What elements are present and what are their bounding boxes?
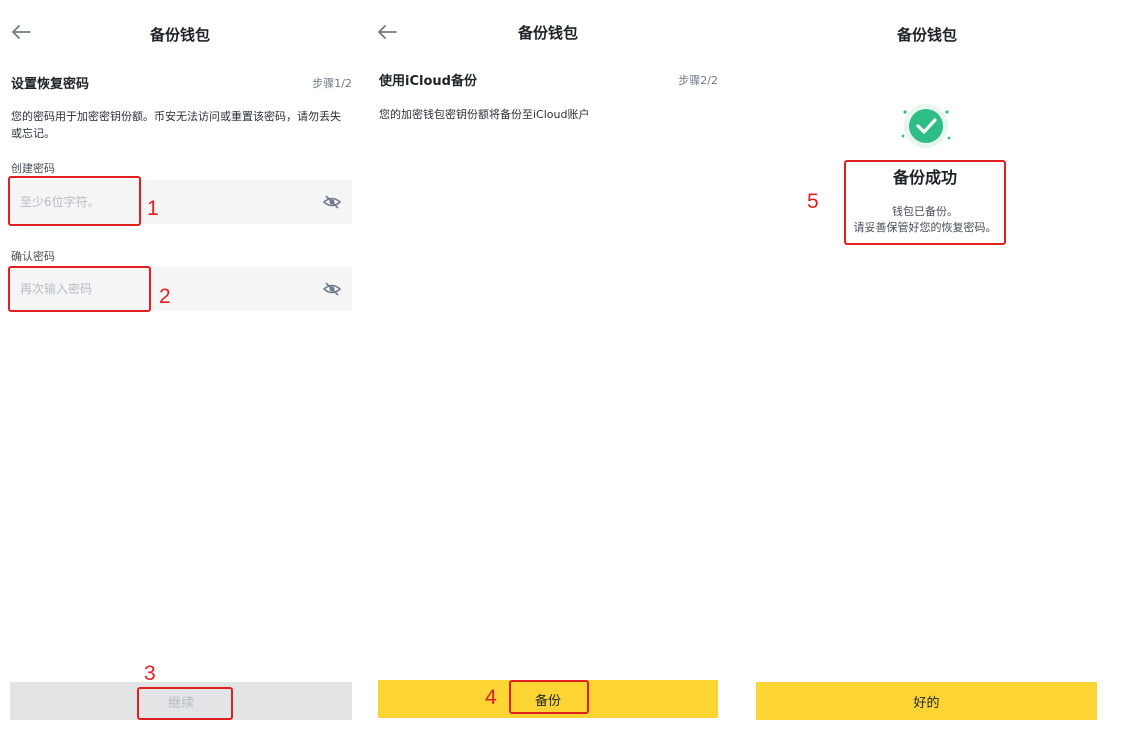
success-title: 备份成功	[892, 168, 957, 187]
create-password-label: 创建密码	[11, 162, 55, 175]
continue-button[interactable]: 继续	[10, 682, 352, 720]
eye-off-icon[interactable]	[322, 279, 342, 299]
step-indicator: 步骤1/2	[312, 77, 352, 90]
screen-set-password: 备份钱包 设置恢复密码 步骤1/2 您的密码用于加密密钥份额。币安无法访问或重置…	[0, 0, 362, 734]
continue-button-label: 继续	[167, 695, 194, 711]
description: 您的加密钱包密钥份额将备份至iCloud账户	[379, 108, 590, 121]
create-password-field[interactable]	[10, 180, 352, 224]
screen-icloud-backup: 备份钱包 使用iCloud备份 步骤2/2 您的加密钱包密钥份额将备份至iClo…	[368, 0, 728, 734]
section-title: 设置恢复密码	[11, 77, 90, 92]
annotation-number-5: 5	[807, 190, 819, 213]
eye-off-icon[interactable]	[322, 192, 342, 212]
page-title: 备份钱包	[897, 26, 958, 44]
ok-button-label: 好的	[913, 695, 940, 711]
annotation-number-3: 3	[144, 662, 156, 685]
backup-button[interactable]: 备份	[378, 680, 718, 718]
back-arrow-icon[interactable]	[376, 22, 398, 42]
page-title: 备份钱包	[518, 24, 579, 42]
backup-button-label: 备份	[534, 693, 561, 709]
back-arrow-icon[interactable]	[10, 22, 32, 42]
confirm-password-label: 确认密码	[11, 250, 55, 263]
confirm-password-field[interactable]	[10, 267, 352, 311]
ok-button[interactable]: 好的	[756, 682, 1097, 720]
description: 您的密码用于加密密钥份额。币安无法访问或重置该密码，请勿丢失或忘记。	[11, 110, 341, 140]
annotation-number-2: 2	[159, 285, 171, 308]
check-circle-icon	[901, 104, 951, 148]
step-indicator: 步骤2/2	[678, 74, 718, 87]
success-message-line1: 钱包已备份。	[892, 205, 958, 218]
screen-backup-success: 备份钱包 备份成功 钱包已备份。 请妥善保管好您的恢复密码。 好的 5	[745, 0, 1137, 734]
section-title: 使用iCloud备份	[379, 74, 477, 89]
annotation-number-1: 1	[147, 197, 159, 220]
annotation-number-4: 4	[485, 686, 497, 709]
page-title: 备份钱包	[150, 26, 211, 44]
success-message-line2: 请妥善保管好您的恢复密码。	[853, 221, 997, 234]
create-password-input[interactable]	[20, 180, 300, 224]
